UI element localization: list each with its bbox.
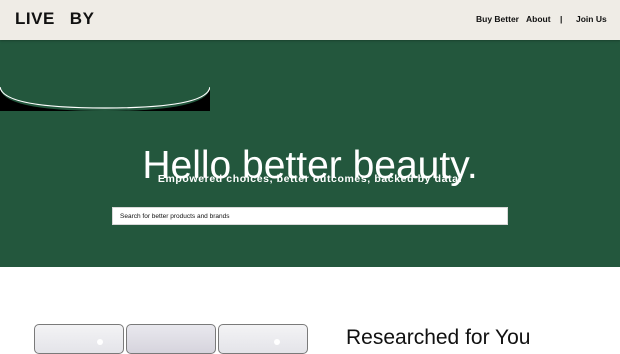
product-image-icon [274, 339, 280, 345]
logo-word-by: BY [69, 9, 95, 28]
nav-separator: | [560, 14, 563, 24]
nav-buy-better[interactable]: Buy Better [476, 14, 519, 24]
nav-about[interactable]: About [526, 14, 551, 24]
logo-word-live: LIVE [15, 9, 55, 28]
site-header: LIVE BY Buy Better About | Join Us [0, 0, 620, 40]
hero-banner: Hello better beauty. Empowered choices, … [0, 40, 620, 267]
hero-decorative-curve [0, 87, 210, 111]
product-card[interactable] [126, 324, 216, 354]
site-logo[interactable]: LIVE BY [15, 9, 94, 29]
hero-subtitle: Empowered choices, better outcomes, back… [157, 173, 463, 185]
product-card[interactable] [218, 324, 308, 354]
researched-section-title: Researched for You [346, 326, 531, 350]
search-input[interactable] [112, 207, 508, 225]
nav-join-us[interactable]: Join Us [576, 14, 607, 24]
product-image-icon [97, 339, 103, 345]
product-card[interactable] [34, 324, 124, 354]
